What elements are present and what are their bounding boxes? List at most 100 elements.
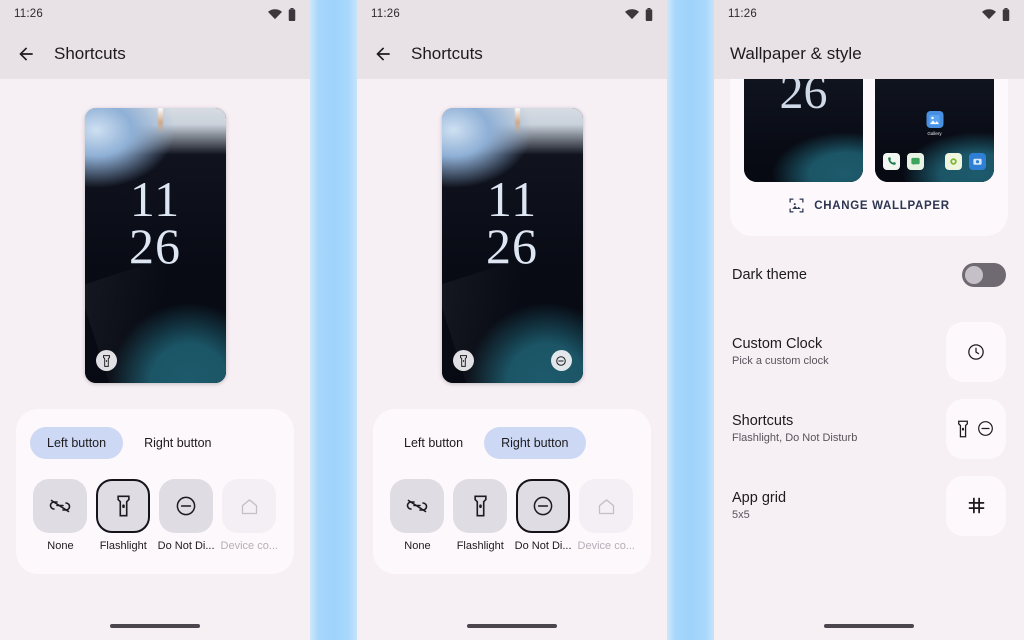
lock-screen-clock: 11 26	[85, 174, 226, 271]
setting-row-custom-clock[interactable]: Custom Clock Pick a custom clock	[732, 313, 1006, 390]
panel-shortcuts-left: 11:26 Shortcuts 11 26 Left button Right …	[0, 0, 310, 640]
messages-icon	[907, 153, 924, 170]
row-title: App grid	[732, 490, 787, 506]
custom-clock-tile[interactable]	[946, 321, 1006, 382]
setting-row-dark-theme[interactable]: Dark theme	[732, 236, 1006, 313]
page-title: Shortcuts	[54, 43, 126, 63]
page-title: Wallpaper & style	[730, 43, 862, 63]
chip-left-button[interactable]: Left button	[387, 427, 480, 459]
option-label: Flashlight	[99, 540, 147, 552]
status-time: 11:26	[728, 8, 757, 20]
home-icon	[241, 498, 257, 514]
shortcuts-card: Left button Right button None Flashlight	[16, 409, 294, 574]
row-title: Custom Clock	[732, 336, 823, 352]
lock-screen-clock: 11 26	[442, 171, 583, 271]
do-not-disturb-icon	[556, 355, 566, 366]
dock-right-group	[945, 153, 986, 170]
gesture-pill[interactable]	[467, 624, 557, 628]
option-tile	[33, 479, 88, 533]
option-label: Device co...	[577, 540, 635, 552]
lock-shortcut-right[interactable]	[550, 350, 572, 371]
shortcut-option-do-not-disturb[interactable]: Do Not Di...	[515, 479, 572, 552]
home-screen-thumbnail[interactable]: Gallery	[875, 79, 994, 182]
setting-row-shortcuts[interactable]: Shortcuts Flashlight, Do Not Disturb	[732, 390, 1006, 467]
lock-screen-preview[interactable]: 11 26	[441, 108, 583, 383]
dock-left-group	[883, 153, 924, 170]
chip-right-button[interactable]: Right button	[484, 427, 586, 459]
shortcuts-tile[interactable]	[946, 398, 1006, 459]
do-not-disturb-icon	[978, 421, 993, 436]
status-bar: 11:26	[0, 0, 310, 28]
gesture-pill[interactable]	[824, 624, 914, 628]
option-label: Do Not Di...	[514, 540, 572, 552]
setting-row-app-grid[interactable]: App grid 5x5	[732, 467, 1006, 544]
home-icon	[598, 498, 614, 514]
status-bar: 11:26	[714, 0, 1024, 28]
battery-icon	[288, 7, 296, 21]
phone-icon	[883, 153, 900, 170]
flashlight-icon	[117, 495, 130, 517]
shortcut-option-device-controls[interactable]: Device co...	[578, 479, 635, 552]
wifi-icon	[268, 8, 282, 19]
wallpaper-streak	[157, 108, 163, 134]
lock-screen-thumbnail[interactable]: 26	[744, 79, 863, 182]
row-text: Shortcuts Flashlight, Do Not Disturb	[732, 413, 857, 444]
option-tile	[159, 479, 214, 533]
shortcut-option-row: None Flashlight Do Not Di... Device co..…	[387, 479, 637, 552]
shortcut-option-flashlight[interactable]: Flashlight	[452, 479, 509, 552]
link-off-icon	[407, 499, 428, 513]
row-text: Custom Clock Pick a custom clock	[732, 336, 829, 367]
shortcut-option-row: None Flashlight Do Not Di... Device co..…	[30, 479, 280, 552]
flashlight-icon	[102, 354, 110, 367]
shortcut-option-device-controls[interactable]: Device co...	[221, 479, 278, 552]
lock-screen-preview[interactable]: 11 26	[84, 108, 226, 383]
wifi-icon	[625, 8, 639, 19]
shortcut-option-do-not-disturb[interactable]: Do Not Di...	[158, 479, 215, 552]
gallery-label: Gallery	[927, 131, 942, 136]
chip-left-button[interactable]: Left button	[30, 427, 124, 459]
row-text: Dark theme	[732, 267, 807, 283]
page-title: Shortcuts	[411, 43, 483, 63]
shortcut-option-none[interactable]: None	[32, 479, 89, 552]
chip-right-button[interactable]: Right button	[127, 427, 228, 459]
shortcut-option-none[interactable]: None	[389, 479, 446, 552]
option-tile	[222, 479, 277, 533]
gesture-pill[interactable]	[110, 624, 200, 628]
change-wallpaper-button[interactable]: CHANGE WALLPAPER	[744, 182, 994, 226]
option-label: Device co...	[220, 540, 278, 552]
dark-theme-toggle[interactable]	[962, 262, 1006, 287]
option-tile	[96, 479, 151, 533]
flashlight-icon	[474, 495, 487, 517]
app-grid-tile[interactable]	[946, 475, 1006, 536]
lock-shortcut-left[interactable]	[95, 350, 117, 371]
clock-hour: 11	[486, 171, 538, 227]
option-tile	[516, 479, 571, 533]
flashlight-icon	[459, 354, 467, 367]
battery-icon	[645, 7, 653, 21]
option-label: None	[47, 540, 74, 552]
option-label: Do Not Di...	[157, 540, 215, 552]
link-off-icon	[50, 499, 71, 513]
home-dock	[883, 153, 986, 170]
shortcuts-card: Left button Right button None Flashlight	[373, 409, 651, 574]
row-subtitle: 5x5	[732, 509, 750, 521]
status-icons	[268, 7, 296, 21]
thumbnail-clock: 26	[779, 79, 828, 119]
wallpaper-streak	[514, 108, 520, 134]
do-not-disturb-icon	[533, 496, 553, 516]
option-tile	[390, 479, 445, 533]
back-arrow-icon[interactable]	[373, 44, 393, 64]
row-title: Dark theme	[732, 266, 807, 283]
navigation-bar	[357, 612, 667, 640]
screenshot-stage: 11:26 Shortcuts 11 26 Left button Right …	[0, 0, 1024, 640]
status-time: 11:26	[371, 8, 400, 20]
app-bar: Wallpaper & style	[714, 28, 1024, 79]
back-arrow-icon[interactable]	[16, 44, 36, 64]
shortcut-option-flashlight[interactable]: Flashlight	[95, 479, 152, 552]
photos-icon	[969, 153, 986, 170]
lock-shortcut-left[interactable]	[452, 350, 474, 371]
option-tile	[579, 479, 634, 533]
status-bar: 11:26	[357, 0, 667, 28]
wallpaper-thumbnails: 26 Gallery	[744, 79, 994, 182]
flashlight-icon	[958, 420, 968, 437]
